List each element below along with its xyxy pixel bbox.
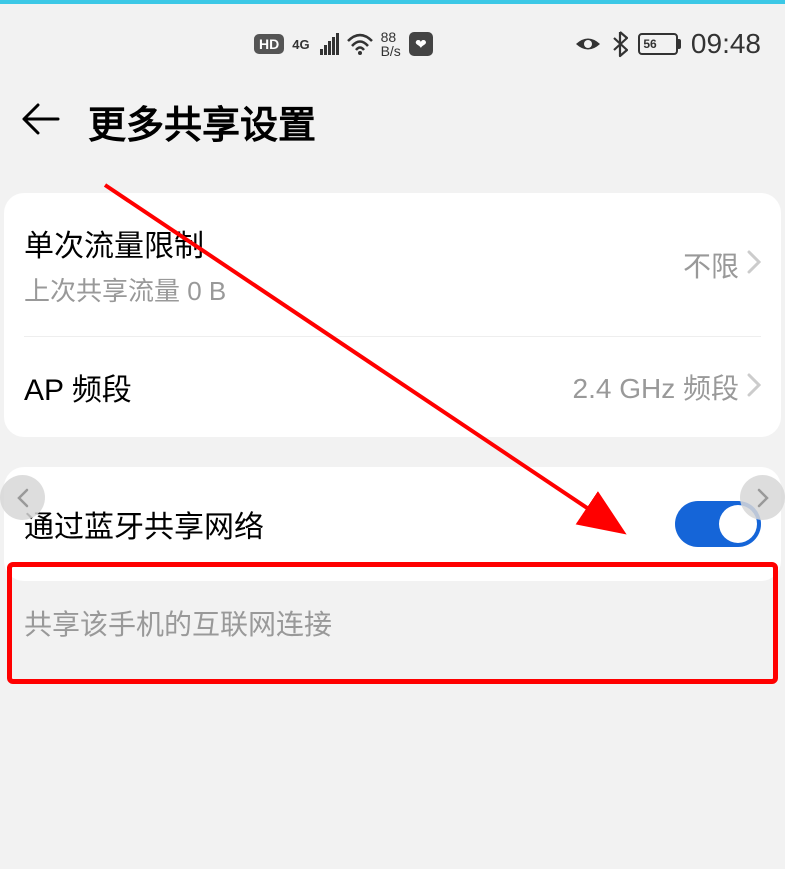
data-limit-value: 不限 [683, 245, 739, 285]
clock-time: 09:48 [691, 28, 761, 60]
hd-badge: HD [254, 34, 284, 54]
status-left: HD 4G 88 B/s ❤ [254, 30, 433, 58]
eye-icon [574, 35, 602, 53]
bluetooth-share-title: 通过蓝牙共享网络 [24, 502, 264, 546]
row-left: 单次流量限制 上次共享流量 0 B [24, 221, 226, 308]
page-title: 更多共享设置 [88, 94, 316, 149]
description-text: 共享该手机的互联网连接 [0, 581, 785, 665]
data-rate-unit: B/s [381, 44, 401, 58]
row-left: AP 频段 [24, 365, 132, 409]
status-bar: HD 4G 88 B/s ❤ [0, 4, 785, 64]
nav-next-button[interactable] [740, 475, 785, 520]
battery-level: 56 [640, 35, 660, 53]
status-right: 56 09:48 [574, 28, 761, 60]
ap-band-row[interactable]: AP 频段 2.4 GHz 频段 [24, 337, 761, 437]
data-rate-indicator: 88 B/s [381, 30, 401, 58]
row-right: 不限 [683, 245, 761, 285]
back-button[interactable] [20, 101, 60, 142]
bluetooth-share-row: 通过蓝牙共享网络 [24, 467, 761, 581]
page-header: 更多共享设置 [0, 64, 785, 173]
battery-icon: 56 [638, 33, 681, 55]
bluetooth-icon [612, 30, 628, 58]
network-type-label: 4G [292, 37, 309, 52]
data-limit-title: 单次流量限制 [24, 221, 226, 265]
data-rate-value: 88 [381, 30, 401, 44]
settings-group-1: 单次流量限制 上次共享流量 0 B 不限 AP 频段 2.4 GHz 频段 [4, 193, 781, 437]
health-icon: ❤ [409, 32, 433, 56]
wifi-icon [347, 33, 373, 55]
ap-band-title: AP 频段 [24, 365, 132, 409]
row-right: 2.4 GHz 频段 [573, 367, 761, 407]
data-limit-subtitle: 上次共享流量 0 B [24, 271, 226, 308]
chevron-right-icon [747, 373, 761, 402]
nav-prev-button[interactable] [0, 475, 45, 520]
ap-band-value: 2.4 GHz 频段 [573, 367, 739, 407]
chevron-right-icon [747, 250, 761, 279]
data-limit-row[interactable]: 单次流量限制 上次共享流量 0 B 不限 [24, 193, 761, 336]
settings-group-2: 通过蓝牙共享网络 [4, 467, 781, 581]
signal-icon [320, 33, 339, 55]
